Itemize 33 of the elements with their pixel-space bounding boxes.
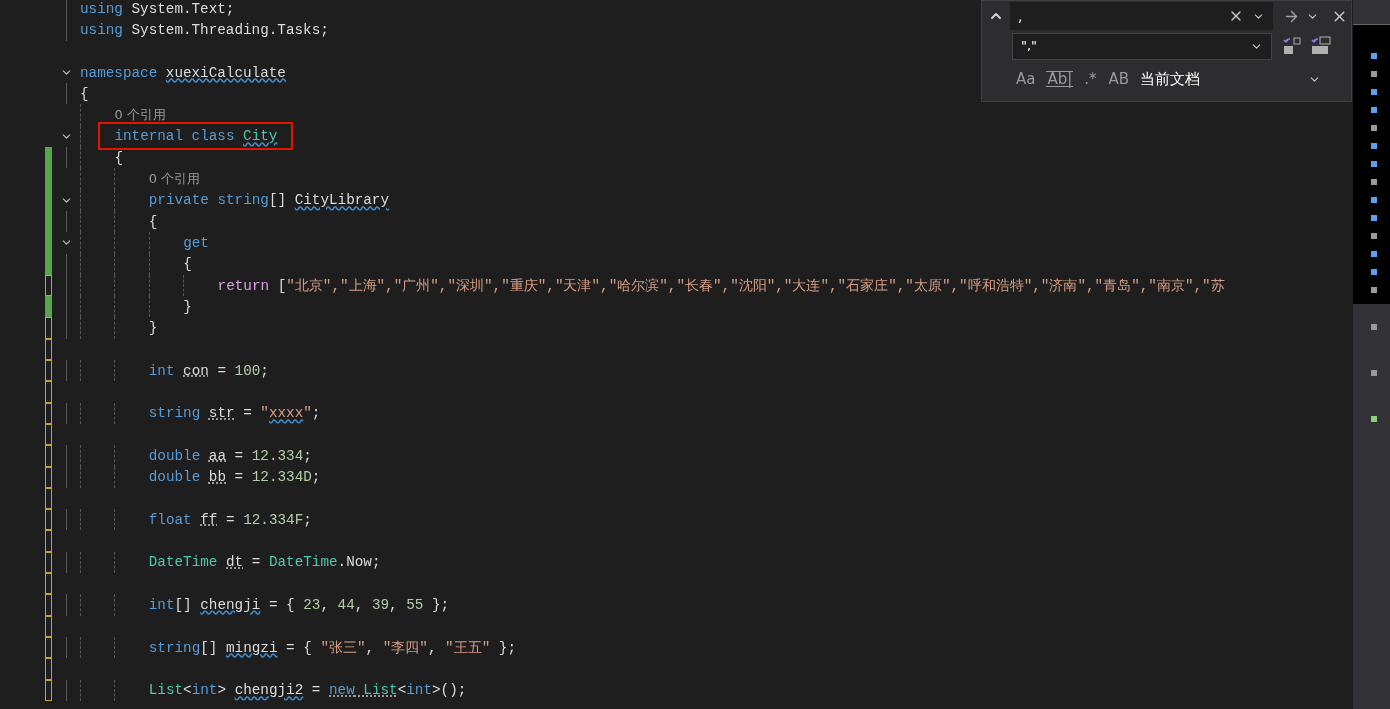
match-case-toggle[interactable]: Aa bbox=[1015, 67, 1037, 91]
code-line: using System.Text; bbox=[80, 0, 235, 19]
code-line: { bbox=[114, 148, 123, 168]
code-line: double bb = 12.334D; bbox=[148, 468, 321, 488]
replace-next-icon[interactable] bbox=[1282, 36, 1302, 56]
replace-all-icon[interactable] bbox=[1310, 36, 1332, 56]
code-line: } bbox=[148, 319, 158, 339]
search-scope-dropdown[interactable]: 当前文档 bbox=[1140, 67, 1351, 91]
code-line: string[] mingzi = { "张三", "李四", "王五" }; bbox=[148, 638, 516, 658]
code-line: private string[] CityLibrary bbox=[148, 191, 390, 211]
code-line: List<int> chengji2 = new List<int>(); bbox=[148, 681, 467, 701]
code-line: double aa = 12.334; bbox=[148, 446, 312, 466]
code-line: namespace xuexiCalculate bbox=[80, 63, 286, 83]
code-line: } bbox=[183, 297, 192, 317]
code-line: { bbox=[148, 212, 158, 232]
regex-toggle[interactable]: .* bbox=[1083, 67, 1098, 91]
code-line: int[] chengji = { 23, 44, 39, 55 }; bbox=[148, 595, 450, 615]
find-input-field[interactable]: , bbox=[1010, 2, 1273, 30]
code-line: { bbox=[80, 84, 89, 104]
code-line: return ["北京","上海","广州","深圳","重庆","天津","哈尔滨","长春","沈阳","大连","石家庄","太原","呼和浩特","济南","青岛","南京","苏 bbox=[217, 276, 1225, 296]
code-line: string str = "xxxx"; bbox=[148, 404, 321, 424]
code-line: int con = 100; bbox=[148, 361, 269, 381]
code-line: { bbox=[183, 255, 192, 275]
whole-word-toggle[interactable]: Ab| bbox=[1046, 71, 1074, 87]
reference-count[interactable]: 0 个引用 bbox=[148, 169, 201, 189]
code-line: internal class City bbox=[100, 124, 292, 149]
code-line: get bbox=[183, 233, 209, 253]
code-line: float ff = 12.334F; bbox=[148, 510, 312, 530]
code-line: DateTime dt = DateTime.Now; bbox=[148, 553, 381, 573]
code-line: using System.Threading.Tasks; bbox=[80, 20, 329, 40]
reference-count[interactable]: 0 个引用 bbox=[114, 105, 166, 125]
replace-input-field[interactable]: "," bbox=[1012, 32, 1272, 60]
preserve-case-toggle[interactable]: AB bbox=[1107, 67, 1131, 91]
